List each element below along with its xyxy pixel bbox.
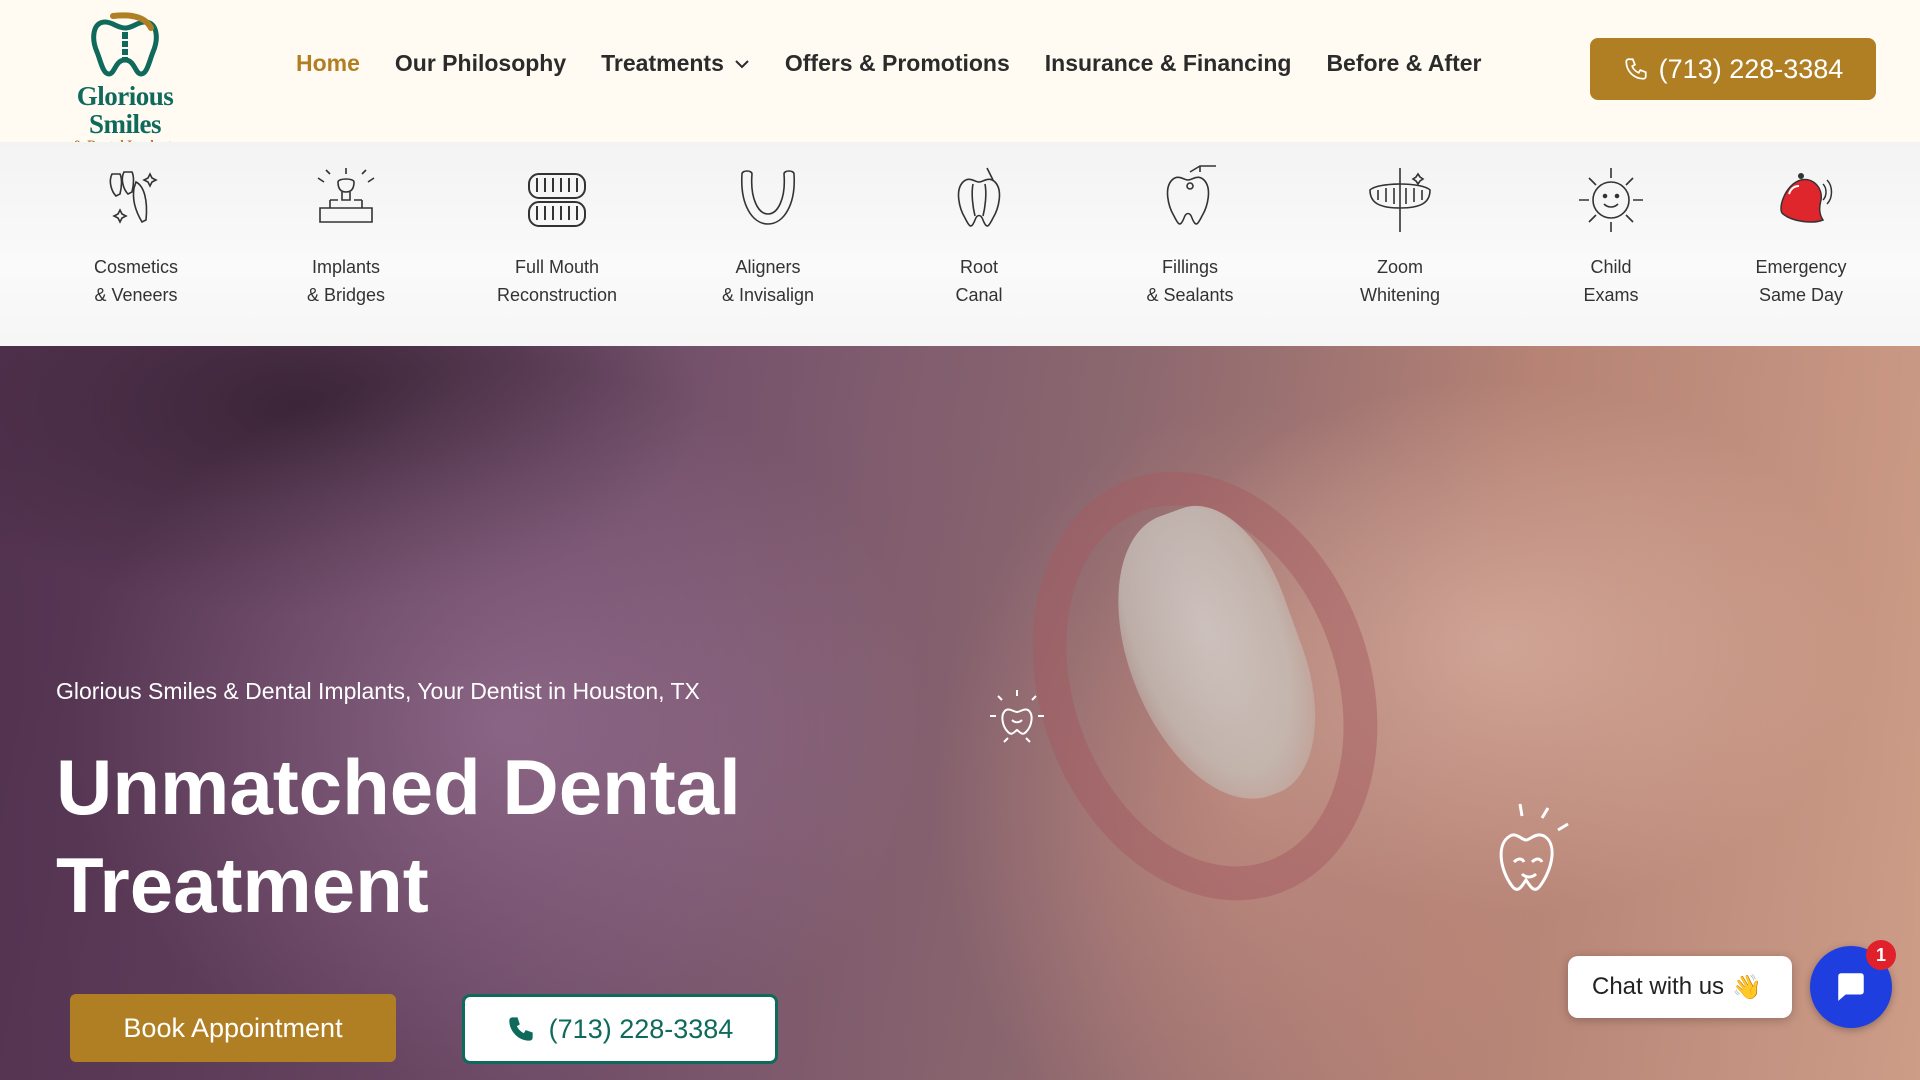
service-label-line1: Child (1590, 257, 1632, 277)
phone-icon (1625, 58, 1647, 80)
site-header: Glorious Smiles & Dental Implants Home O… (0, 0, 1920, 151)
chat-icon (1838, 973, 1864, 1001)
service-child-exams[interactable]: Child Exams (1521, 142, 1701, 346)
emergency-bell-icon (1780, 173, 1833, 223)
nav-insurance-financing[interactable]: Insurance & Financing (1045, 50, 1292, 77)
nav-label: Insurance & Financing (1044, 50, 1292, 76)
service-root-canal[interactable]: Root Canal (889, 142, 1069, 346)
book-appointment-button[interactable]: Book Appointment (70, 994, 396, 1062)
chat-label: Chat with us (1592, 973, 1725, 1000)
tooth-logo-icon (91, 12, 159, 77)
nav-before-after[interactable]: Before & After (1326, 50, 1481, 77)
service-label-line1: Zoom (1376, 257, 1423, 277)
nav-label: Before & After (1326, 50, 1482, 76)
service-label-line1: Emergency (1755, 257, 1847, 277)
filling-icon (1166, 165, 1216, 225)
service-implants-bridges[interactable]: Implants & Bridges (256, 142, 436, 346)
service-label-line2: Whitening (1359, 285, 1441, 305)
service-label-line1: Implants (311, 257, 381, 277)
service-cosmetics-veneers[interactable]: Cosmetics & Veneers (46, 142, 226, 346)
service-label-line2: & Veneers (94, 285, 178, 305)
service-label-line2: & Invisalign (721, 285, 815, 305)
service-label-line2: & Sealants (1146, 285, 1234, 305)
whitening-icon (1369, 168, 1431, 232)
hero-title-line2: Treatment (56, 841, 429, 929)
nav-label: Home (296, 50, 360, 76)
chat-unread-badge: 1 (1866, 940, 1896, 970)
service-label-line1: Root (959, 257, 999, 277)
nav-label: Offers & Promotions (784, 50, 1010, 76)
logo[interactable]: Glorious Smiles & Dental Implants (40, 12, 210, 151)
service-label-line2: Reconstruction (496, 285, 618, 305)
veneers-icon (109, 171, 158, 224)
service-fillings-sealants[interactable]: Fillings & Sealants (1100, 142, 1280, 346)
implant-icon (317, 168, 375, 223)
service-label-line2: Canal (955, 285, 1003, 305)
happy-tooth-doodle-icon (1499, 803, 1569, 891)
hero-phone-number: (713) 228-3384 (548, 1013, 734, 1044)
service-label-line2: Same Day (1758, 285, 1844, 305)
nav-label: Treatments (601, 50, 724, 76)
child-tooth-icon (1579, 168, 1643, 232)
root-canal-icon (957, 167, 1001, 227)
hero-phone-button[interactable]: (713) 228-3384 (462, 994, 778, 1064)
service-aligners-invisalign[interactable]: Aligners & Invisalign (678, 142, 858, 346)
hero-title: Unmatched Dental Treatment (56, 738, 876, 934)
nav-home[interactable]: Home (296, 50, 360, 77)
hero-subtitle: Glorious Smiles & Dental Implants, Your … (56, 678, 700, 704)
header-phone-button[interactable]: (713) 228-3384 (1590, 38, 1876, 100)
phone-icon (509, 1017, 533, 1041)
services-strip: Cosmetics & Veneers Implants & Bridges Ful… (0, 142, 1920, 346)
hero-title-line1: Unmatched Dental (56, 743, 741, 831)
nav-offers-promotions[interactable]: Offers & Promotions (785, 50, 1010, 77)
tooth-doodle-icon (990, 690, 1044, 743)
nav-our-philosophy[interactable]: Our Philosophy (395, 50, 566, 77)
service-label-line1: Fillings (1161, 257, 1218, 277)
service-label-line1: Cosmetics (93, 257, 178, 277)
service-label-line2: & Bridges (306, 285, 386, 305)
header-phone-number: (713) 228-3384 (1658, 53, 1844, 84)
service-full-mouth-reconstruction[interactable]: Full Mouth Reconstruction (467, 142, 647, 346)
chat-prompt-bubble[interactable]: Chat with us 👋 (1568, 956, 1792, 1018)
main-nav: Home Our Philosophy Treatments Offers & … (296, 50, 1517, 77)
service-emergency-same-day[interactable]: Emergency Same Day (1711, 142, 1891, 346)
service-label-line1: Full Mouth (514, 257, 600, 277)
service-label-line1: Aligners (735, 257, 801, 277)
nav-label: Our Philosophy (394, 50, 567, 76)
service-label-line2: Exams (1583, 285, 1639, 305)
wave-hand-icon: 👋 (1732, 973, 1762, 1001)
dentures-icon (528, 173, 586, 227)
aligner-icon (741, 170, 795, 225)
nav-treatments[interactable]: Treatments (601, 50, 750, 77)
logo-name: Glorious Smiles (76, 81, 174, 139)
service-zoom-whitening[interactable]: Zoom Whitening (1310, 142, 1490, 346)
chevron-down-icon (735, 59, 749, 68)
